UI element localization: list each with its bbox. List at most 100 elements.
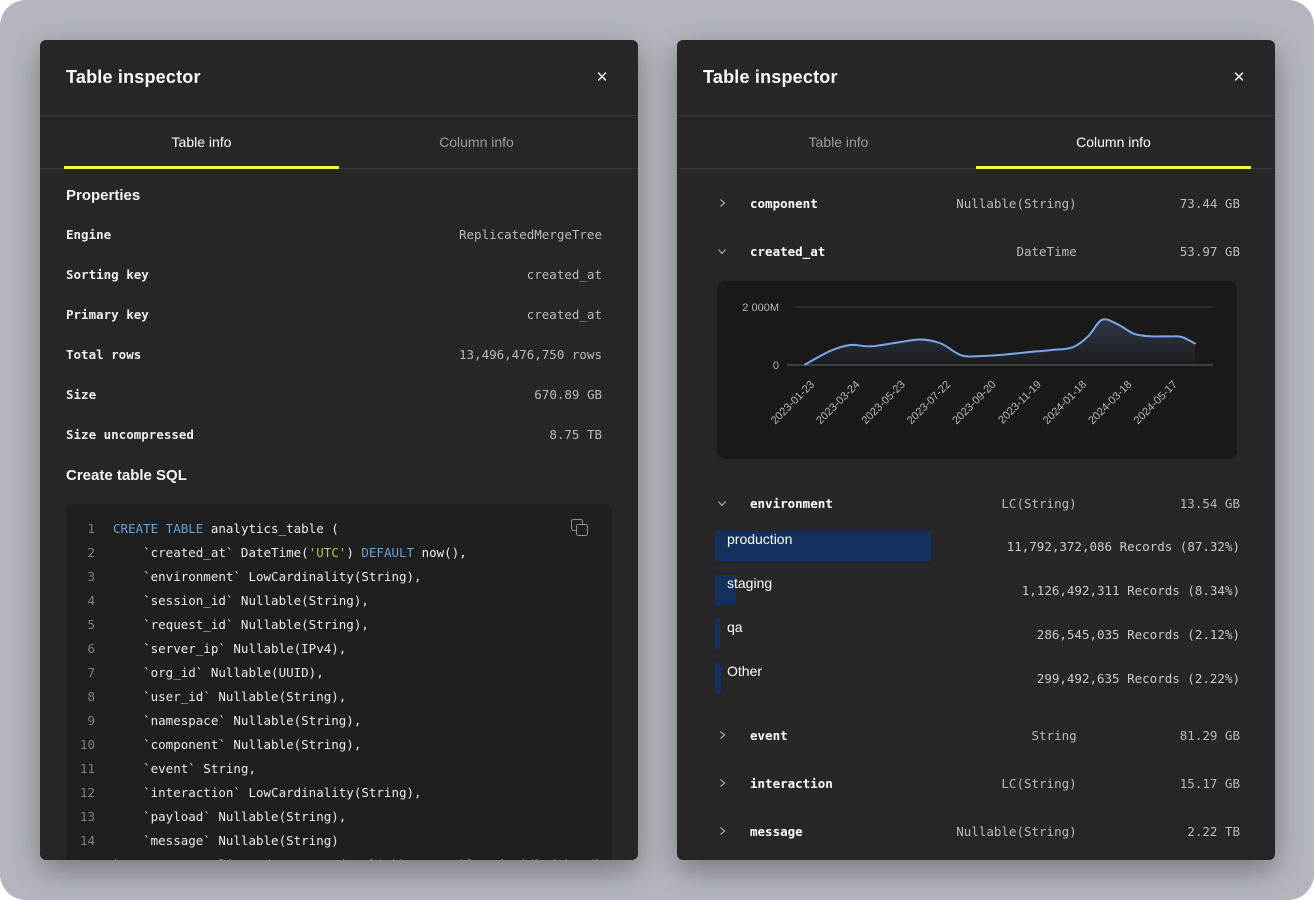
chevron-down-icon[interactable]	[717, 246, 750, 256]
close-button[interactable]: ✕	[1229, 68, 1249, 88]
column-size: 53.97 GB	[1077, 244, 1240, 259]
code-text: `event` String,	[113, 761, 256, 776]
tab-column-info[interactable]: Column info	[339, 116, 614, 168]
property-value: created_at	[527, 267, 602, 282]
property-value: 13,496,476,750 rows	[459, 347, 602, 362]
property-label: Primary key	[66, 307, 149, 322]
tab-table-info[interactable]: Table info	[701, 116, 976, 168]
property-row: Primary key created_at	[66, 294, 602, 334]
code-text: `component` Nullable(String),	[113, 737, 361, 752]
code-text: `request_id` Nullable(String),	[113, 617, 369, 632]
value-bar-row: production11,792,372,086 Records (87.32%…	[715, 531, 1240, 561]
code-text: `message` Nullable(String)	[113, 833, 339, 848]
column-size: 73.44 GB	[1077, 196, 1240, 211]
value-bar-label: qa	[727, 619, 743, 635]
svg-text:2023-03-24: 2023-03-24	[814, 379, 862, 427]
line-number: 8	[66, 689, 95, 704]
column-name: interaction	[750, 776, 913, 791]
column-size: 13.54 GB	[1077, 496, 1240, 511]
close-icon: ✕	[596, 69, 609, 86]
line-number: 3	[66, 569, 95, 584]
tabbar: Table info Column info	[40, 116, 638, 169]
svg-text:2023-09-20: 2023-09-20	[950, 379, 998, 427]
tabbar: Table info Column info	[677, 116, 1275, 169]
column-size: 2.22 TB	[1077, 824, 1240, 839]
code-text: `server_ip` Nullable(IPv4),	[113, 641, 346, 656]
line-number: 11	[66, 761, 95, 776]
code-text: ) ENGINE = ReplicatedMergeTree('/clickho…	[113, 857, 617, 861]
column-row[interactable]: eventString81.29 GB	[677, 711, 1275, 759]
chevron-right-icon[interactable]	[717, 778, 750, 788]
property-label: Size	[66, 387, 96, 402]
modal-title: Table inspector	[66, 67, 201, 88]
svg-text:2024-05-17: 2024-05-17	[1132, 379, 1180, 427]
value-bar-row: qa 286,545,035 Records (2.12%)	[715, 619, 1240, 649]
created-at-histogram-panel: 2 000M 0 2023-01-232023-03-242023-05-232…	[717, 281, 1237, 459]
chevron-right-icon[interactable]	[717, 198, 750, 208]
code-line: 14 `message` Nullable(String)	[66, 828, 612, 852]
svg-text:2023-05-23: 2023-05-23	[860, 379, 908, 427]
value-bar-area: staging	[715, 575, 1022, 605]
value-bar-label: production	[727, 531, 792, 547]
column-name: created_at	[750, 244, 913, 259]
code-line: 6 `server_ip` Nullable(IPv4),	[66, 636, 612, 660]
close-icon: ✕	[1233, 69, 1246, 86]
created-at-histogram: 2 000M 0 2023-01-232023-03-242023-05-232…	[717, 281, 1237, 459]
column-type: Nullable(String)	[913, 196, 1076, 211]
line-number: 13	[66, 809, 95, 824]
column-row[interactable]: componentNullable(String)73.44 GB	[677, 179, 1275, 227]
code-text: `environment` LowCardinality(String),	[113, 569, 422, 584]
chevron-down-icon[interactable]	[717, 498, 750, 508]
property-value: ReplicatedMergeTree	[459, 227, 602, 242]
column-row[interactable]: messageNullable(String)2.22 TB	[677, 807, 1275, 855]
column-row[interactable]: interactionLC(String)15.17 GB	[677, 759, 1275, 807]
line-number: 10	[66, 737, 95, 752]
value-bar-area: production	[715, 531, 1007, 561]
code-text: CREATE TABLE analytics_table (	[113, 521, 339, 536]
value-bar-area: Other	[715, 663, 1037, 693]
tab-column-info[interactable]: Column info	[976, 116, 1251, 168]
tab-table-info[interactable]: Table info	[64, 116, 339, 168]
code-line: 4 `session_id` Nullable(String),	[66, 588, 612, 612]
column-size: 15.17 GB	[1077, 776, 1240, 791]
property-label: Sorting key	[66, 267, 149, 282]
code-text: `created_at` DateTime('UTC') DEFAULT now…	[113, 545, 467, 560]
value-records: 1,126,492,311 Records (8.34%)	[1022, 583, 1240, 598]
code-line: 13 `payload` Nullable(String),	[66, 804, 612, 828]
svg-text:2024-03-18: 2024-03-18	[1086, 379, 1134, 427]
column-row[interactable]: created_atDateTime53.97 GB	[677, 227, 1275, 275]
code-text: `interaction` LowCardinality(String),	[113, 785, 422, 800]
code-line: 10 `component` Nullable(String),	[66, 732, 612, 756]
code-line: 8 `user_id` Nullable(String),	[66, 684, 612, 708]
line-number: 14	[66, 833, 95, 848]
value-records: 299,492,635 Records (2.22%)	[1037, 671, 1240, 686]
property-row: Engine ReplicatedMergeTree	[66, 214, 602, 254]
chevron-right-icon[interactable]	[717, 730, 750, 740]
column-row[interactable]: environmentLC(String)13.54 GB	[677, 479, 1275, 527]
value-bar-label: Other	[727, 663, 762, 679]
code-line: 11 `event` String,	[66, 756, 612, 780]
svg-text:0: 0	[773, 360, 779, 372]
property-row: Size670.89 GB	[66, 374, 602, 414]
property-value: created_at	[527, 307, 602, 322]
code-text: `org_id` Nullable(UUID),	[113, 665, 324, 680]
property-label: Size uncompressed	[66, 427, 194, 442]
value-records: 286,545,035 Records (2.12%)	[1037, 627, 1240, 642]
code-line: 15) ENGINE = ReplicatedMergeTree('/click…	[66, 852, 612, 860]
code-line: 1CREATE TABLE analytics_table (	[66, 516, 612, 540]
code-text: `payload` Nullable(String),	[113, 809, 346, 824]
value-bar-label: staging	[727, 575, 772, 591]
line-number: 2	[66, 545, 95, 560]
close-button[interactable]: ✕	[592, 68, 612, 88]
column-type: DateTime	[913, 244, 1076, 259]
property-value: 8.75 TB	[549, 427, 602, 442]
chevron-right-icon[interactable]	[717, 826, 750, 836]
modal-header: Table inspector ✕	[677, 40, 1275, 116]
copy-button[interactable]	[571, 519, 588, 536]
code-line: 5 `request_id` Nullable(String),	[66, 612, 612, 636]
svg-text:2023-07-22: 2023-07-22	[905, 379, 953, 427]
line-number: 5	[66, 617, 95, 632]
property-label: Engine	[66, 227, 111, 242]
column-name: message	[750, 824, 913, 839]
property-row: Sorting key created_at	[66, 254, 602, 294]
